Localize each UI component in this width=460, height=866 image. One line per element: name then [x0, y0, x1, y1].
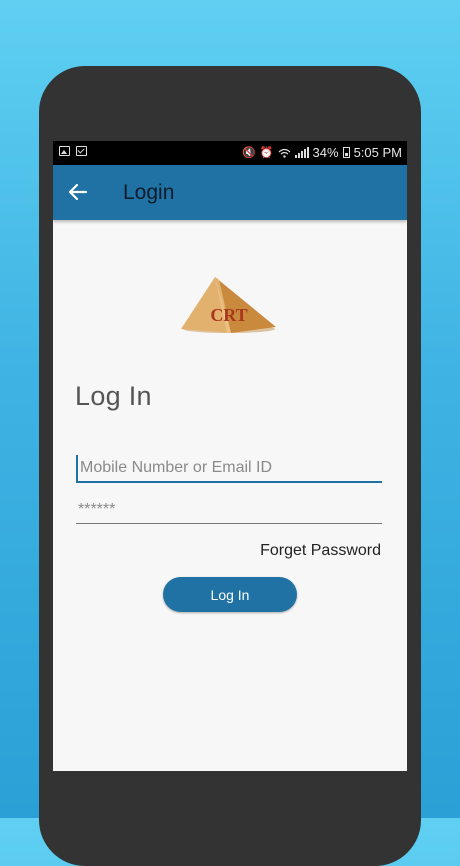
- username-input[interactable]: [76, 455, 382, 483]
- mute-icon: 🔇: [242, 147, 256, 159]
- login-button[interactable]: Log In: [163, 577, 297, 612]
- signal-icon: [294, 147, 309, 158]
- crt-pyramid-logo: CRT: [181, 277, 276, 333]
- status-left: [59, 146, 87, 156]
- arrow-left-icon[interactable]: [65, 179, 91, 205]
- page-title: Login: [123, 181, 175, 204]
- wifi-icon: [278, 148, 290, 158]
- app-bar: Login: [53, 165, 407, 220]
- battery-icon: [342, 147, 350, 158]
- password-input[interactable]: [76, 496, 382, 524]
- mail-icon: [76, 146, 87, 156]
- status-right: 🔇 ⏰ 34% 5:05 PM: [242, 145, 402, 160]
- logo-text: CRT: [210, 305, 247, 325]
- status-time: 5:05 PM: [353, 145, 402, 160]
- login-heading: Log In: [75, 381, 152, 411]
- forgot-password-link[interactable]: Forget Password: [260, 542, 381, 560]
- battery-percent: 34%: [312, 145, 339, 160]
- image-icon: [59, 146, 70, 156]
- alarm-icon: ⏰: [259, 147, 274, 159]
- phone-screen: 🔇 ⏰ 34% 5:05 PM Login CRT Log In Mobile …: [53, 141, 407, 771]
- status-bar: 🔇 ⏰ 34% 5:05 PM: [53, 141, 407, 165]
